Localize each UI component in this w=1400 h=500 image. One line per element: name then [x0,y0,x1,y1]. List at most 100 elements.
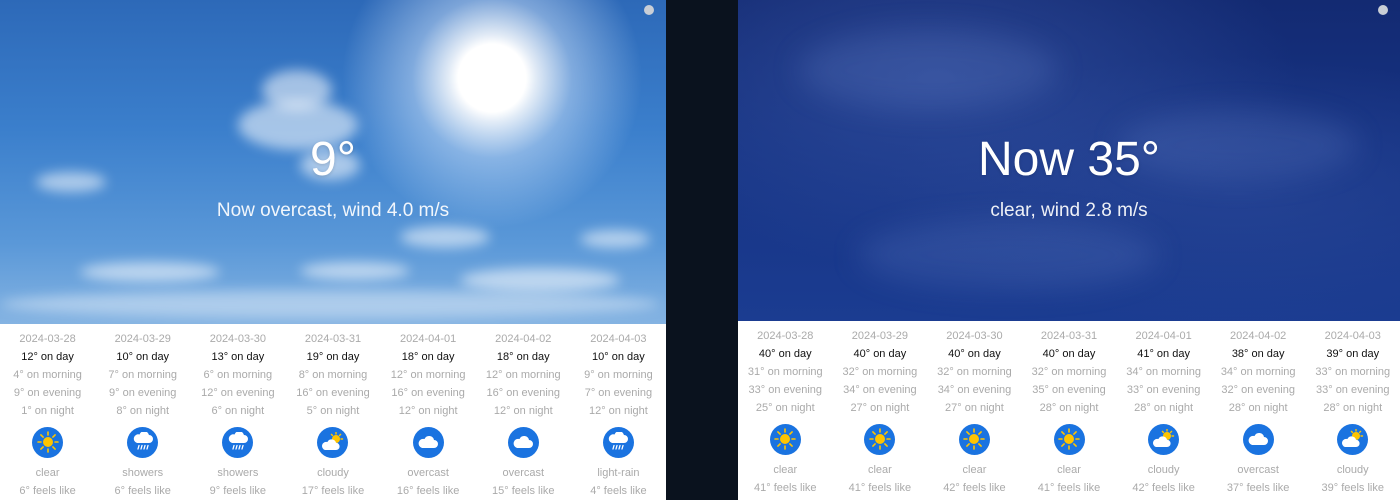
menu-dot[interactable] [644,5,654,15]
day-temperature: 40° on day [853,348,907,360]
forecast-day: 2024-04-01 41° on day 34° on morning 33°… [1116,327,1211,500]
menu-dot[interactable] [1378,5,1388,15]
condition-label: overcast [502,467,545,479]
night-temperature: 25° on night [755,402,815,414]
day-temperature: 10° on day [592,351,645,363]
evening-temperature: 35° on evening [1032,384,1106,396]
sun-icon [864,423,896,455]
morning-temperature: 33° on morning [1315,366,1391,378]
day-temperature: 41° on day [1137,348,1190,360]
feels-like-temperature: 39° feels like [1321,482,1385,494]
day-temperature: 18° on day [401,351,455,363]
evening-temperature: 16° on evening [296,387,370,399]
night-temperature: 28° on night [1039,402,1099,414]
feels-like-temperature: 41° feels like [1037,482,1101,494]
feels-like-temperature: 42° feels like [943,482,1006,494]
condition-label: clear [1057,464,1081,476]
forecast-date: 2024-03-30 [209,333,266,345]
day-temperature: 10° on day [116,351,170,363]
sun-icon [32,426,64,458]
morning-temperature: 34° on morning [1126,366,1201,378]
morning-temperature: 34° on morning [1220,366,1296,378]
forecast-row: 2024-03-28 40° on day 31° on morning 33°… [738,327,1400,500]
weather-panel-right: Now 35° clear, wind 2.8 m/s 2024-03-28 4… [738,0,1400,500]
forecast-date: 2024-03-28 [757,330,814,342]
forecast-day: 2024-04-02 18° on day 12° on morning 16°… [476,330,571,500]
night-temperature: 12° on night [588,405,648,417]
forecast-day: 2024-04-03 10° on day 9° on morning 7° o… [571,330,666,500]
forecast-date: 2024-04-03 [1324,330,1381,342]
sun-cloud-icon [317,426,349,458]
feels-like-temperature: 42° feels like [1132,482,1195,494]
condition-label: clear [35,467,60,479]
morning-temperature: 7° on morning [108,369,178,381]
forecast-day: 2024-03-31 19° on day 8° on morning 16° … [285,330,380,500]
evening-temperature: 16° on evening [486,387,561,399]
feels-like-temperature: 9° feels like [209,485,267,497]
feels-like-temperature: 17° feels like [301,485,365,497]
rain-cloud-icon [602,426,634,458]
sky-background: Now 35° clear, wind 2.8 m/s [738,0,1400,321]
sky-background: 9° Now overcast, wind 4.0 m/s [0,0,666,324]
condition-label: clear [962,464,987,476]
forecast-date: 2024-03-31 [1040,330,1098,342]
forecast-day: 2024-04-01 18° on day 12° on morning 16°… [381,330,476,500]
morning-temperature: 9° on morning [584,369,653,381]
cloud-icon [412,426,444,458]
forecast-day: 2024-03-29 40° on day 32° on morning 34°… [833,327,928,500]
night-temperature: 1° on night [21,405,74,417]
sun-icon [958,423,990,455]
day-temperature: 40° on day [758,348,812,360]
feels-like-temperature: 37° feels like [1226,482,1290,494]
evening-temperature: 16° on evening [391,387,465,399]
current-temperature: 9° [310,133,356,186]
forecast-day: 2024-03-28 40° on day 31° on morning 33°… [738,327,833,500]
sun-icon [1053,423,1085,455]
morning-temperature: 32° on morning [842,366,918,378]
current-conditions: clear, wind 2.8 m/s [990,200,1148,221]
day-temperature: 39° on day [1326,348,1380,360]
morning-temperature: 8° on morning [298,369,368,381]
condition-label: cloudy [1336,464,1369,476]
forecast-date: 2024-03-31 [304,333,362,345]
forecast-date: 2024-04-02 [1230,330,1287,342]
forecast-day: 2024-03-30 40° on day 32° on morning 34°… [927,327,1022,500]
morning-temperature: 12° on morning [390,369,466,381]
evening-temperature: 33° on evening [748,384,823,396]
evening-temperature: 12° on evening [201,387,275,399]
sun-cloud-icon [1148,423,1180,455]
evening-temperature: 33° on evening [1316,384,1390,396]
morning-temperature: 12° on morning [485,369,561,381]
day-temperature: 18° on day [496,351,550,363]
forecast-date: 2024-03-28 [19,333,76,345]
condition-label: clear [867,464,892,476]
condition-label: showers [217,467,259,479]
feels-like-temperature: 15° feels like [492,485,555,497]
condition-label: cloudy [317,467,349,479]
forecast-day: 2024-04-02 38° on day 34° on morning 32°… [1211,327,1306,500]
condition-label: showers [122,467,164,479]
feels-like-temperature: 6° feels like [114,485,171,497]
day-temperature: 19° on day [306,351,360,363]
rain-cloud-icon [127,426,159,458]
forecast-day: 2024-03-30 13° on day 6° on morning 12° … [190,330,285,500]
night-temperature: 6° on night [211,405,265,417]
rain-cloud-icon [222,426,254,458]
condition-label: cloudy [1147,464,1180,476]
forecast-date: 2024-04-02 [495,333,552,345]
forecast-date: 2024-03-30 [946,330,1003,342]
morning-temperature: 31° on morning [747,366,823,378]
feels-like-temperature: 16° feels like [396,485,460,497]
morning-temperature: 6° on morning [203,369,273,381]
weather-panel-left: 9° Now overcast, wind 4.0 m/s 2024-03-28… [0,0,666,500]
forecast-day: 2024-03-28 12° on day 4° on morning 9° o… [0,330,95,500]
evening-temperature: 9° on evening [109,387,177,399]
day-temperature: 40° on day [948,348,1001,360]
evening-temperature: 32° on evening [1221,384,1295,396]
cloud-icon [507,426,539,458]
day-temperature: 12° on day [21,351,74,363]
evening-temperature: 34° on evening [937,384,1012,396]
evening-temperature: 9° on evening [13,387,82,399]
condition-label: overcast [407,467,449,479]
day-temperature: 38° on day [1231,348,1285,360]
